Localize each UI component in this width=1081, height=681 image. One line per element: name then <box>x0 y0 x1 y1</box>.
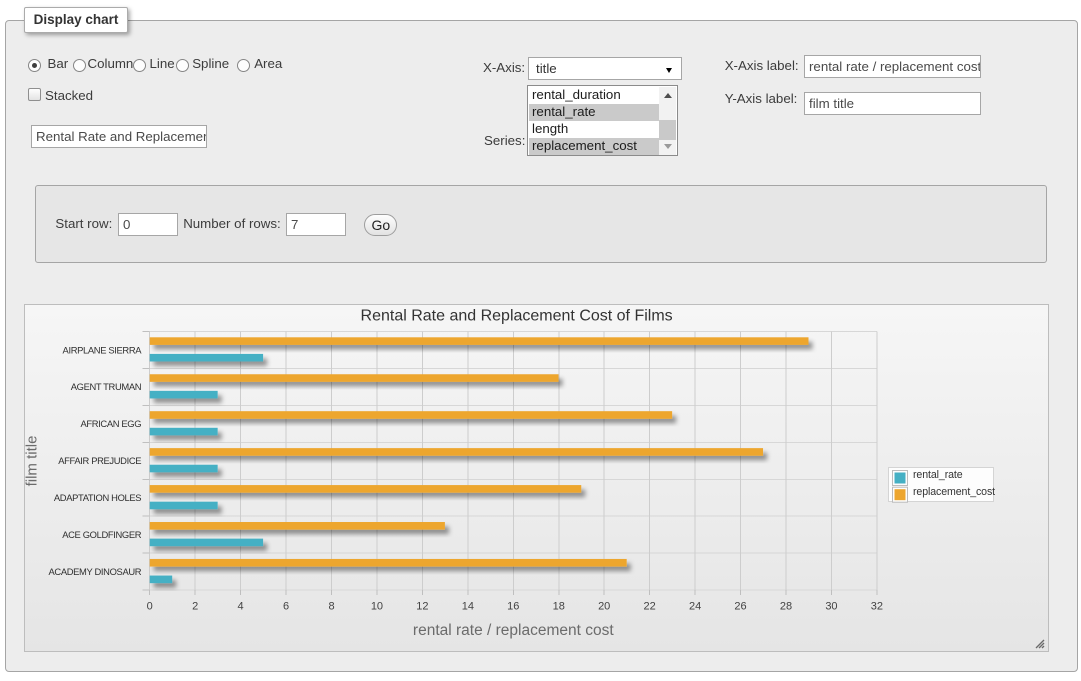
svg-text:16: 16 <box>507 601 519 613</box>
svg-text:6: 6 <box>283 601 289 613</box>
svg-text:24: 24 <box>689 601 701 613</box>
svg-text:Rental Rate and Replacement Co: Rental Rate and Replacement Cost of Film… <box>361 307 673 324</box>
svg-text:26: 26 <box>734 601 746 613</box>
svg-text:ADAPTATION HOLES: ADAPTATION HOLES <box>54 492 141 503</box>
svg-text:30: 30 <box>825 601 837 613</box>
svg-text:18: 18 <box>553 601 565 613</box>
svg-text:rental_rate: rental_rate <box>913 469 963 481</box>
svg-text:8: 8 <box>328 601 334 613</box>
svg-text:rental rate / replacement cost: rental rate / replacement cost <box>413 622 614 639</box>
svg-text:12: 12 <box>416 601 428 613</box>
svg-text:2: 2 <box>192 601 198 613</box>
svg-text:AFRICAN EGG: AFRICAN EGG <box>80 418 141 429</box>
svg-text:10: 10 <box>371 601 383 613</box>
svg-text:14: 14 <box>462 601 474 613</box>
svg-text:32: 32 <box>871 601 883 613</box>
svg-text:0: 0 <box>147 601 153 613</box>
svg-text:AGENT TRUMAN: AGENT TRUMAN <box>71 381 141 392</box>
svg-text:28: 28 <box>780 601 792 613</box>
svg-text:4: 4 <box>238 601 244 613</box>
svg-text:20: 20 <box>598 601 610 613</box>
svg-text:AFFAIR PREJUDICE: AFFAIR PREJUDICE <box>58 455 141 466</box>
svg-text:AIRPLANE SIERRA: AIRPLANE SIERRA <box>63 344 143 355</box>
svg-text:replacement_cost: replacement_cost <box>913 486 995 498</box>
svg-text:film title: film title <box>25 436 41 487</box>
svg-text:22: 22 <box>644 601 656 613</box>
svg-text:ACE GOLDFINGER: ACE GOLDFINGER <box>62 529 142 540</box>
svg-text:ACADEMY DINOSAUR: ACADEMY DINOSAUR <box>49 566 142 577</box>
